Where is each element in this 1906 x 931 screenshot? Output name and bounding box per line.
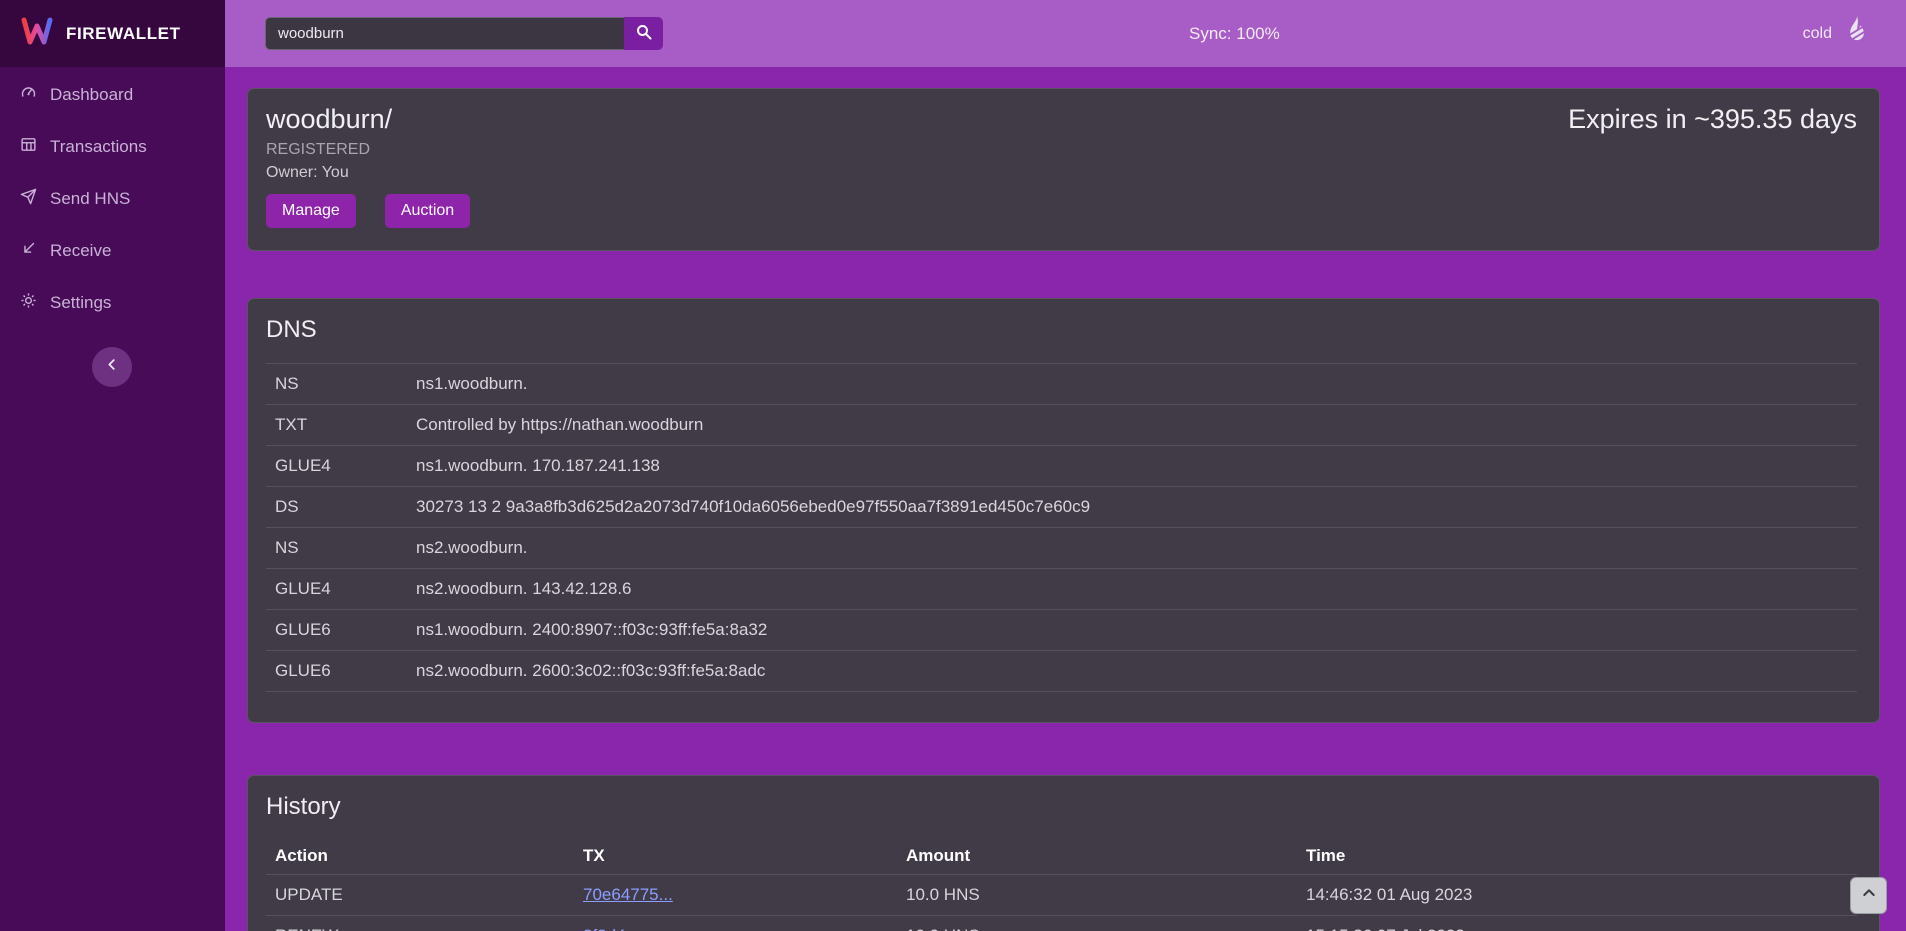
domain-status: REGISTERED bbox=[266, 140, 1857, 159]
sidebar-item-label: Settings bbox=[50, 293, 111, 313]
history-card-title: History bbox=[266, 792, 1857, 822]
domain-card: woodburn/ Expires in ~395.35 days REGIST… bbox=[247, 88, 1880, 251]
dns-record-row: GLUE4 ns2.woodburn. 143.42.128.6 bbox=[266, 569, 1857, 610]
transactions-icon bbox=[20, 136, 37, 158]
sidebar-item-receive[interactable]: Receive bbox=[0, 225, 225, 277]
dns-record-row: NS ns2.woodburn. bbox=[266, 528, 1857, 569]
dns-record-row: GLUE6 ns1.woodburn. 2400:8907::f03c:93ff… bbox=[266, 610, 1857, 651]
dashboard-icon bbox=[20, 84, 37, 106]
dns-record-type: TXT bbox=[275, 415, 416, 435]
sidebar: FIREWALLET Dashboard Tran bbox=[0, 0, 225, 931]
search-group bbox=[265, 17, 663, 50]
send-icon bbox=[20, 188, 37, 210]
history-header-row: Action TX Amount Time bbox=[266, 838, 1857, 875]
dns-record-row: DS 30273 13 2 9a3a8fb3d625d2a2073d740f10… bbox=[266, 487, 1857, 528]
chevron-up-icon bbox=[1861, 885, 1877, 906]
sidebar-item-transactions[interactable]: Transactions bbox=[0, 121, 225, 173]
dns-record-type: DS bbox=[275, 497, 416, 517]
dns-record-value: ns1.woodburn. bbox=[416, 374, 1857, 394]
sidebar-item-label: Receive bbox=[50, 241, 111, 261]
topbar: Sync: 100% cold bbox=[225, 0, 1906, 67]
search-button[interactable] bbox=[624, 17, 663, 50]
manage-button[interactable]: Manage bbox=[266, 194, 356, 228]
dns-record-type: GLUE4 bbox=[275, 456, 416, 476]
history-action: RENEW bbox=[275, 926, 583, 931]
dns-record-type: NS bbox=[275, 538, 416, 558]
dns-record-value: ns2.woodburn. 143.42.128.6 bbox=[416, 579, 1857, 599]
receive-icon bbox=[20, 240, 37, 262]
gear-icon bbox=[20, 292, 37, 314]
dns-record-value: ns1.woodburn. 2400:8907::f03c:93ff:fe5a:… bbox=[416, 620, 1857, 640]
history-row: RENEW 8f2d4a... 10.0 HNS 15:15:36 07 Jul… bbox=[266, 916, 1857, 931]
dns-record-type: GLUE4 bbox=[275, 579, 416, 599]
dns-record-row: NS ns1.woodburn. bbox=[266, 364, 1857, 405]
wallet-name: cold bbox=[1803, 25, 1832, 43]
sidebar-item-send-hns[interactable]: Send HNS bbox=[0, 173, 225, 225]
history-header-time: Time bbox=[1306, 846, 1857, 866]
history-time: 14:46:32 01 Aug 2023 bbox=[1306, 885, 1857, 905]
history-table: Action TX Amount Time UPDATE 70e64775...… bbox=[266, 838, 1857, 931]
sidebar-item-label: Send HNS bbox=[50, 189, 130, 209]
sidebar-nav: Dashboard Transactions Send HNS bbox=[0, 67, 225, 329]
domain-owner: Owner: You bbox=[266, 163, 1857, 182]
domain-expiry: Expires in ~395.35 days bbox=[1568, 103, 1857, 135]
fire-wallet-icon bbox=[1842, 15, 1872, 52]
sidebar-item-dashboard[interactable]: Dashboard bbox=[0, 69, 225, 121]
dns-table: NS ns1.woodburn. TXT Controlled by https… bbox=[266, 363, 1857, 692]
dns-record-type: GLUE6 bbox=[275, 661, 416, 681]
brand[interactable]: FIREWALLET bbox=[0, 0, 225, 67]
dns-card-title: DNS bbox=[266, 315, 1857, 345]
auction-button[interactable]: Auction bbox=[385, 194, 470, 228]
tx-link[interactable]: 70e64775... bbox=[583, 885, 673, 904]
main-content: woodburn/ Expires in ~395.35 days REGIST… bbox=[225, 67, 1906, 931]
sidebar-collapse-button[interactable] bbox=[92, 347, 132, 387]
domain-name: woodburn/ bbox=[266, 103, 392, 135]
history-header-action: Action bbox=[275, 846, 583, 866]
search-icon bbox=[636, 24, 652, 43]
history-action: UPDATE bbox=[275, 885, 583, 905]
search-input[interactable] bbox=[265, 17, 624, 50]
brand-name: FIREWALLET bbox=[66, 24, 181, 44]
dns-record-type: GLUE6 bbox=[275, 620, 416, 640]
scroll-to-top-button[interactable] bbox=[1850, 877, 1887, 914]
wallet-selector[interactable]: cold bbox=[1803, 15, 1872, 52]
history-card: History Action TX Amount Time UPDATE 70e… bbox=[247, 775, 1880, 931]
history-row: UPDATE 70e64775... 10.0 HNS 14:46:32 01 … bbox=[266, 875, 1857, 916]
sidebar-item-label: Dashboard bbox=[50, 85, 133, 105]
dns-record-type: NS bbox=[275, 374, 416, 394]
dns-card: DNS NS ns1.woodburn. TXT Controlled by h… bbox=[247, 298, 1880, 723]
tx-link[interactable]: 8f2d4a... bbox=[583, 926, 649, 931]
dns-record-row: GLUE6 ns2.woodburn. 2600:3c02::f03c:93ff… bbox=[266, 651, 1857, 692]
dns-record-value: ns2.woodburn. 2600:3c02::f03c:93ff:fe5a:… bbox=[416, 661, 1857, 681]
sync-status: Sync: 100% bbox=[1189, 0, 1280, 67]
dns-record-row: GLUE4 ns1.woodburn. 170.187.241.138 bbox=[266, 446, 1857, 487]
history-header-amount: Amount bbox=[906, 846, 1306, 866]
dns-record-value: 30273 13 2 9a3a8fb3d625d2a2073d740f10da6… bbox=[416, 497, 1857, 517]
chevron-left-icon bbox=[105, 357, 120, 377]
dns-record-value: ns2.woodburn. bbox=[416, 538, 1857, 558]
history-amount: 10.0 HNS bbox=[906, 885, 1306, 905]
sidebar-item-settings[interactable]: Settings bbox=[0, 277, 225, 329]
firewallet-logo-icon bbox=[20, 17, 54, 50]
dns-record-value: Controlled by https://nathan.woodburn bbox=[416, 415, 1857, 435]
history-time: 15:15:36 07 Jul 2023 bbox=[1306, 926, 1857, 931]
dns-record-value: ns1.woodburn. 170.187.241.138 bbox=[416, 456, 1857, 476]
history-amount: 10.0 HNS bbox=[906, 926, 1306, 931]
dns-record-row: TXT Controlled by https://nathan.woodbur… bbox=[266, 405, 1857, 446]
history-header-tx: TX bbox=[583, 846, 906, 866]
sidebar-item-label: Transactions bbox=[50, 137, 147, 157]
